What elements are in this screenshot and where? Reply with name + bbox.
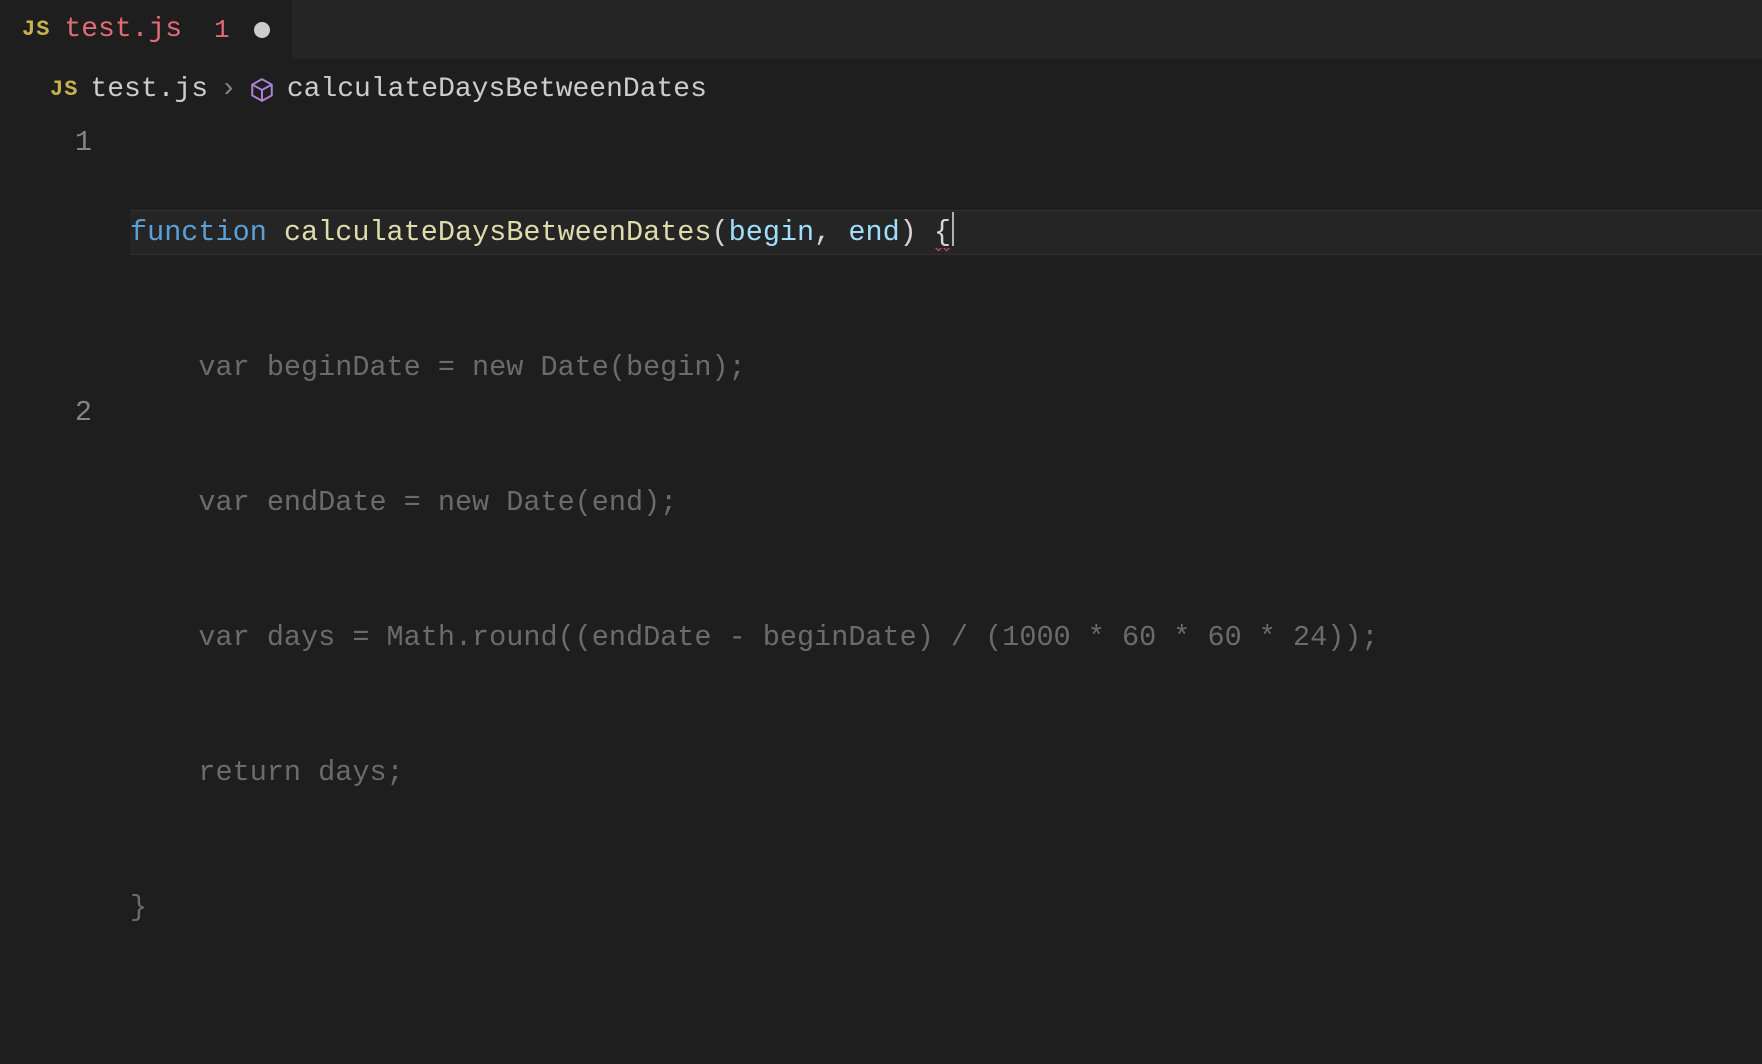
js-file-icon: JS bbox=[22, 17, 50, 42]
line-number: 2 bbox=[0, 390, 92, 435]
tab-test-js[interactable]: JS test.js 1 bbox=[0, 0, 293, 59]
line-number bbox=[0, 345, 92, 390]
breadcrumb-file[interactable]: test.js bbox=[90, 74, 208, 105]
ghost-suggestion-text: } bbox=[130, 891, 147, 924]
js-file-icon: JS bbox=[50, 77, 78, 102]
ghost-suggestion-text: var beginDate = new Date(begin); bbox=[130, 351, 746, 384]
ghost-suggestion-text: var days = Math.round((endDate - beginDa… bbox=[130, 621, 1379, 654]
ghost-suggestion-text: return days; bbox=[130, 756, 404, 789]
chevron-right-icon: › bbox=[220, 74, 237, 105]
ghost-suggestion-text: var endDate = new Date(end); bbox=[130, 486, 677, 519]
line-number: 1 bbox=[0, 120, 92, 165]
ghost-line: var endDate = new Date(end); bbox=[130, 480, 1762, 525]
ghost-line: var beginDate = new Date(begin); bbox=[130, 345, 1762, 390]
ghost-line: var days = Math.round((endDate - beginDa… bbox=[130, 615, 1762, 660]
code-line-1[interactable]: function calculateDaysBetweenDates(begin… bbox=[130, 210, 1762, 255]
ghost-line: } bbox=[130, 885, 1762, 930]
symbol-method-icon bbox=[249, 77, 275, 103]
breadcrumb-symbol[interactable]: calculateDaysBetweenDates bbox=[287, 74, 707, 105]
code-content[interactable]: function calculateDaysBetweenDates(begin… bbox=[130, 120, 1762, 1064]
code-line-2[interactable] bbox=[130, 1020, 1762, 1064]
line-number-gutter: 1 2 bbox=[0, 120, 130, 1064]
tab-bar: JS test.js 1 bbox=[0, 0, 1762, 60]
line-number bbox=[0, 210, 92, 255]
active-line-highlight bbox=[130, 210, 1762, 255]
line-number bbox=[0, 300, 92, 345]
breadcrumb[interactable]: JS test.js › calculateDaysBetweenDates bbox=[0, 60, 1762, 120]
line-number bbox=[0, 165, 92, 210]
line-number bbox=[0, 255, 92, 300]
code-editor[interactable]: 1 2 function calculateDaysBetweenDates(b… bbox=[0, 120, 1762, 1064]
tab-problem-count: 1 bbox=[214, 15, 230, 45]
ghost-line: return days; bbox=[130, 750, 1762, 795]
unsaved-dot-icon bbox=[254, 22, 270, 38]
tab-filename: test.js bbox=[64, 14, 182, 45]
